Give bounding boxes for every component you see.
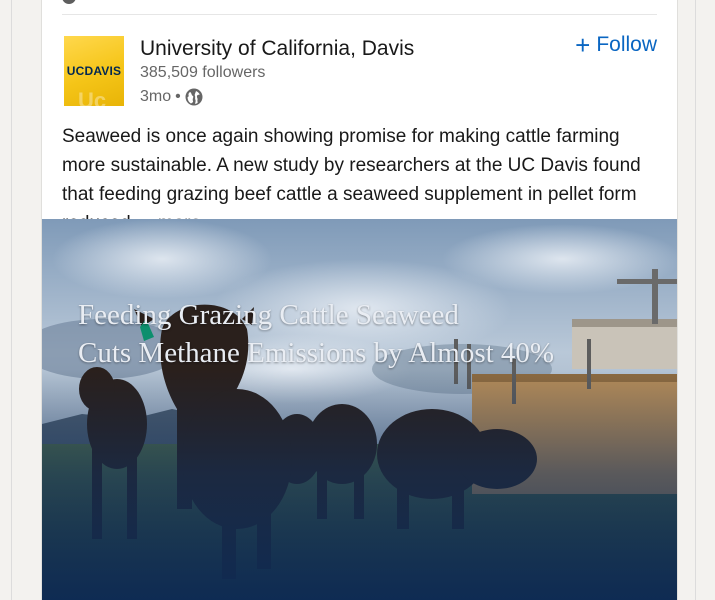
post-meta: 3mo • bbox=[140, 86, 203, 108]
author-name[interactable]: University of California, Davis bbox=[140, 37, 414, 61]
post-age: 3mo bbox=[140, 88, 172, 105]
meta-separator: • bbox=[175, 88, 181, 105]
globe-icon bbox=[185, 88, 203, 106]
post-divider bbox=[62, 14, 657, 15]
cattle-photo bbox=[42, 219, 677, 600]
feed-post-card: UCDAVIS Uc University of California, Dav… bbox=[41, 0, 678, 600]
logo-wordmark: UCDAVIS bbox=[66, 64, 122, 78]
page-edge-right bbox=[695, 0, 696, 600]
previous-post-avatar bbox=[62, 0, 76, 4]
logo-watermark: Uc bbox=[78, 88, 107, 106]
follow-button[interactable]: + Follow bbox=[575, 32, 657, 58]
page-edge-left bbox=[11, 0, 12, 600]
follower-count: 385,509 followers bbox=[140, 64, 266, 81]
company-logo[interactable]: UCDAVIS Uc bbox=[64, 36, 124, 106]
image-headline: Feeding Grazing Cattle Seaweed Cuts Meth… bbox=[78, 296, 658, 372]
follow-label: Follow bbox=[596, 33, 657, 56]
post-image[interactable] bbox=[42, 219, 677, 600]
headline-line-1: Feeding Grazing Cattle Seaweed bbox=[78, 299, 459, 331]
headline-line-2: Cuts Methane Emissions by Almost 40% bbox=[78, 337, 555, 369]
plus-icon: + bbox=[575, 30, 591, 60]
